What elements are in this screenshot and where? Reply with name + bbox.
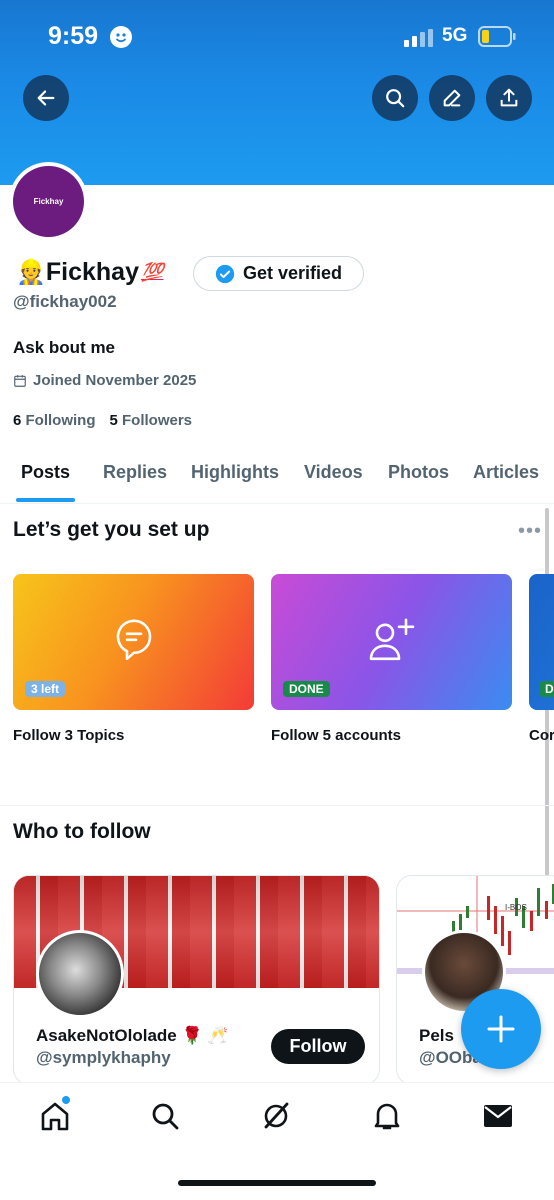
joined-date: Joined November 2025 — [13, 372, 196, 389]
tab-highlights[interactable]: Highlights — [191, 462, 279, 483]
verified-badge-icon — [215, 264, 235, 283]
plus-icon — [487, 1015, 515, 1043]
setup-caption-accounts: Follow 5 accounts — [271, 727, 402, 744]
following-count: 6 — [13, 412, 22, 429]
tab-replies[interactable]: Replies — [103, 462, 167, 483]
setup-card-accounts[interactable]: DONE — [271, 574, 512, 710]
grok-icon — [264, 1102, 289, 1129]
follow-suggestion-card[interactable]: AsakeNotOlolade 🌹 🥂 @symplykhaphy Follow — [13, 875, 380, 1085]
following-link[interactable]: 6 Following — [13, 412, 96, 429]
pencil-icon — [443, 89, 461, 107]
more-options-icon[interactable]: ••• — [518, 520, 542, 543]
search-button[interactable] — [372, 75, 418, 121]
search-icon — [386, 89, 405, 108]
section-divider — [0, 805, 554, 806]
avatar-text: Fickhay — [33, 197, 64, 206]
followers-label: Followers — [122, 412, 193, 429]
mail-icon — [484, 1105, 512, 1127]
signal-icon — [404, 29, 436, 47]
name-suffix: 💯 — [141, 261, 164, 282]
who-to-follow-title: Who to follow — [13, 820, 151, 843]
status-time: 9:59 — [48, 22, 99, 50]
profile-name-row: 👷 Fickhay 💯 — [16, 252, 163, 292]
profile-name: Fickhay — [45, 257, 139, 286]
nav-grok[interactable] — [259, 1099, 293, 1133]
followers-count: 5 — [109, 412, 118, 429]
nav-notifications[interactable] — [370, 1099, 404, 1133]
profile-banner: 9:59 5G — [0, 0, 554, 185]
search-icon — [152, 1103, 179, 1130]
profile-avatar[interactable]: Fickhay — [9, 162, 88, 241]
tab-photos[interactable]: Photos — [388, 462, 449, 483]
topic-bubble-icon — [116, 619, 151, 661]
suggestion-handle: @symplykhaphy — [36, 1048, 171, 1067]
tab-posts[interactable]: Posts — [21, 462, 70, 483]
edit-button[interactable] — [429, 75, 475, 121]
home-indicator — [178, 1180, 376, 1186]
back-button[interactable] — [23, 75, 69, 121]
tab-articles[interactable]: Articles — [473, 462, 539, 483]
setup-card-topics[interactable]: 3 left — [13, 574, 254, 710]
profile-tabs: Posts Replies Highlights Videos Photos A… — [0, 452, 554, 504]
smiley-icon — [110, 26, 132, 48]
joined-label: Joined November 2025 — [33, 372, 197, 389]
profile-handle: @fickhay002 — [13, 292, 117, 311]
add-user-icon — [369, 618, 414, 661]
profile-bio: Ask bout me — [13, 338, 116, 357]
following-label: Following — [25, 412, 96, 429]
battery-icon — [478, 26, 516, 47]
setup-card-partial[interactable]: D — [529, 574, 554, 710]
bell-icon — [374, 1103, 400, 1130]
arrow-left-icon — [37, 90, 55, 106]
notification-dot — [61, 1095, 71, 1105]
setup-caption-topics: Follow 3 Topics — [13, 727, 125, 744]
suggestion-avatar — [36, 930, 124, 1018]
name-emoji: 👷 — [16, 258, 46, 286]
tab-videos[interactable]: Videos — [304, 462, 363, 483]
share-upload-icon — [500, 88, 518, 107]
status-bar: 9:59 5G — [0, 20, 554, 56]
follow-button[interactable]: Follow — [271, 1029, 365, 1064]
setup-caption-partial: Cor — [529, 727, 554, 744]
network-label: 5G — [442, 25, 468, 46]
done-pill: D — [539, 681, 554, 697]
active-tab-indicator — [16, 498, 75, 502]
share-button[interactable] — [486, 75, 532, 121]
done-pill: DONE — [283, 681, 330, 697]
setup-title: Let’s get you set up — [13, 518, 210, 541]
scrollbar[interactable] — [545, 508, 549, 928]
get-verified-label: Get verified — [242, 263, 343, 283]
nav-messages[interactable] — [481, 1099, 515, 1133]
followers-link[interactable]: 5 Followers — [110, 412, 193, 429]
calendar-icon — [14, 374, 26, 387]
get-verified-button[interactable]: Get verified — [193, 256, 364, 291]
suggestion-name: Pels — [419, 1026, 454, 1045]
nav-explore[interactable] — [148, 1099, 182, 1133]
suggestion-name: AsakeNotOlolade 🌹 🥂 — [36, 1026, 229, 1045]
progress-pill: 3 left — [25, 681, 66, 697]
follow-stats: 6 Following 5 Followers — [13, 412, 192, 429]
compose-button[interactable] — [461, 989, 541, 1069]
svg-text:I-BOS: I-BOS — [505, 903, 527, 912]
